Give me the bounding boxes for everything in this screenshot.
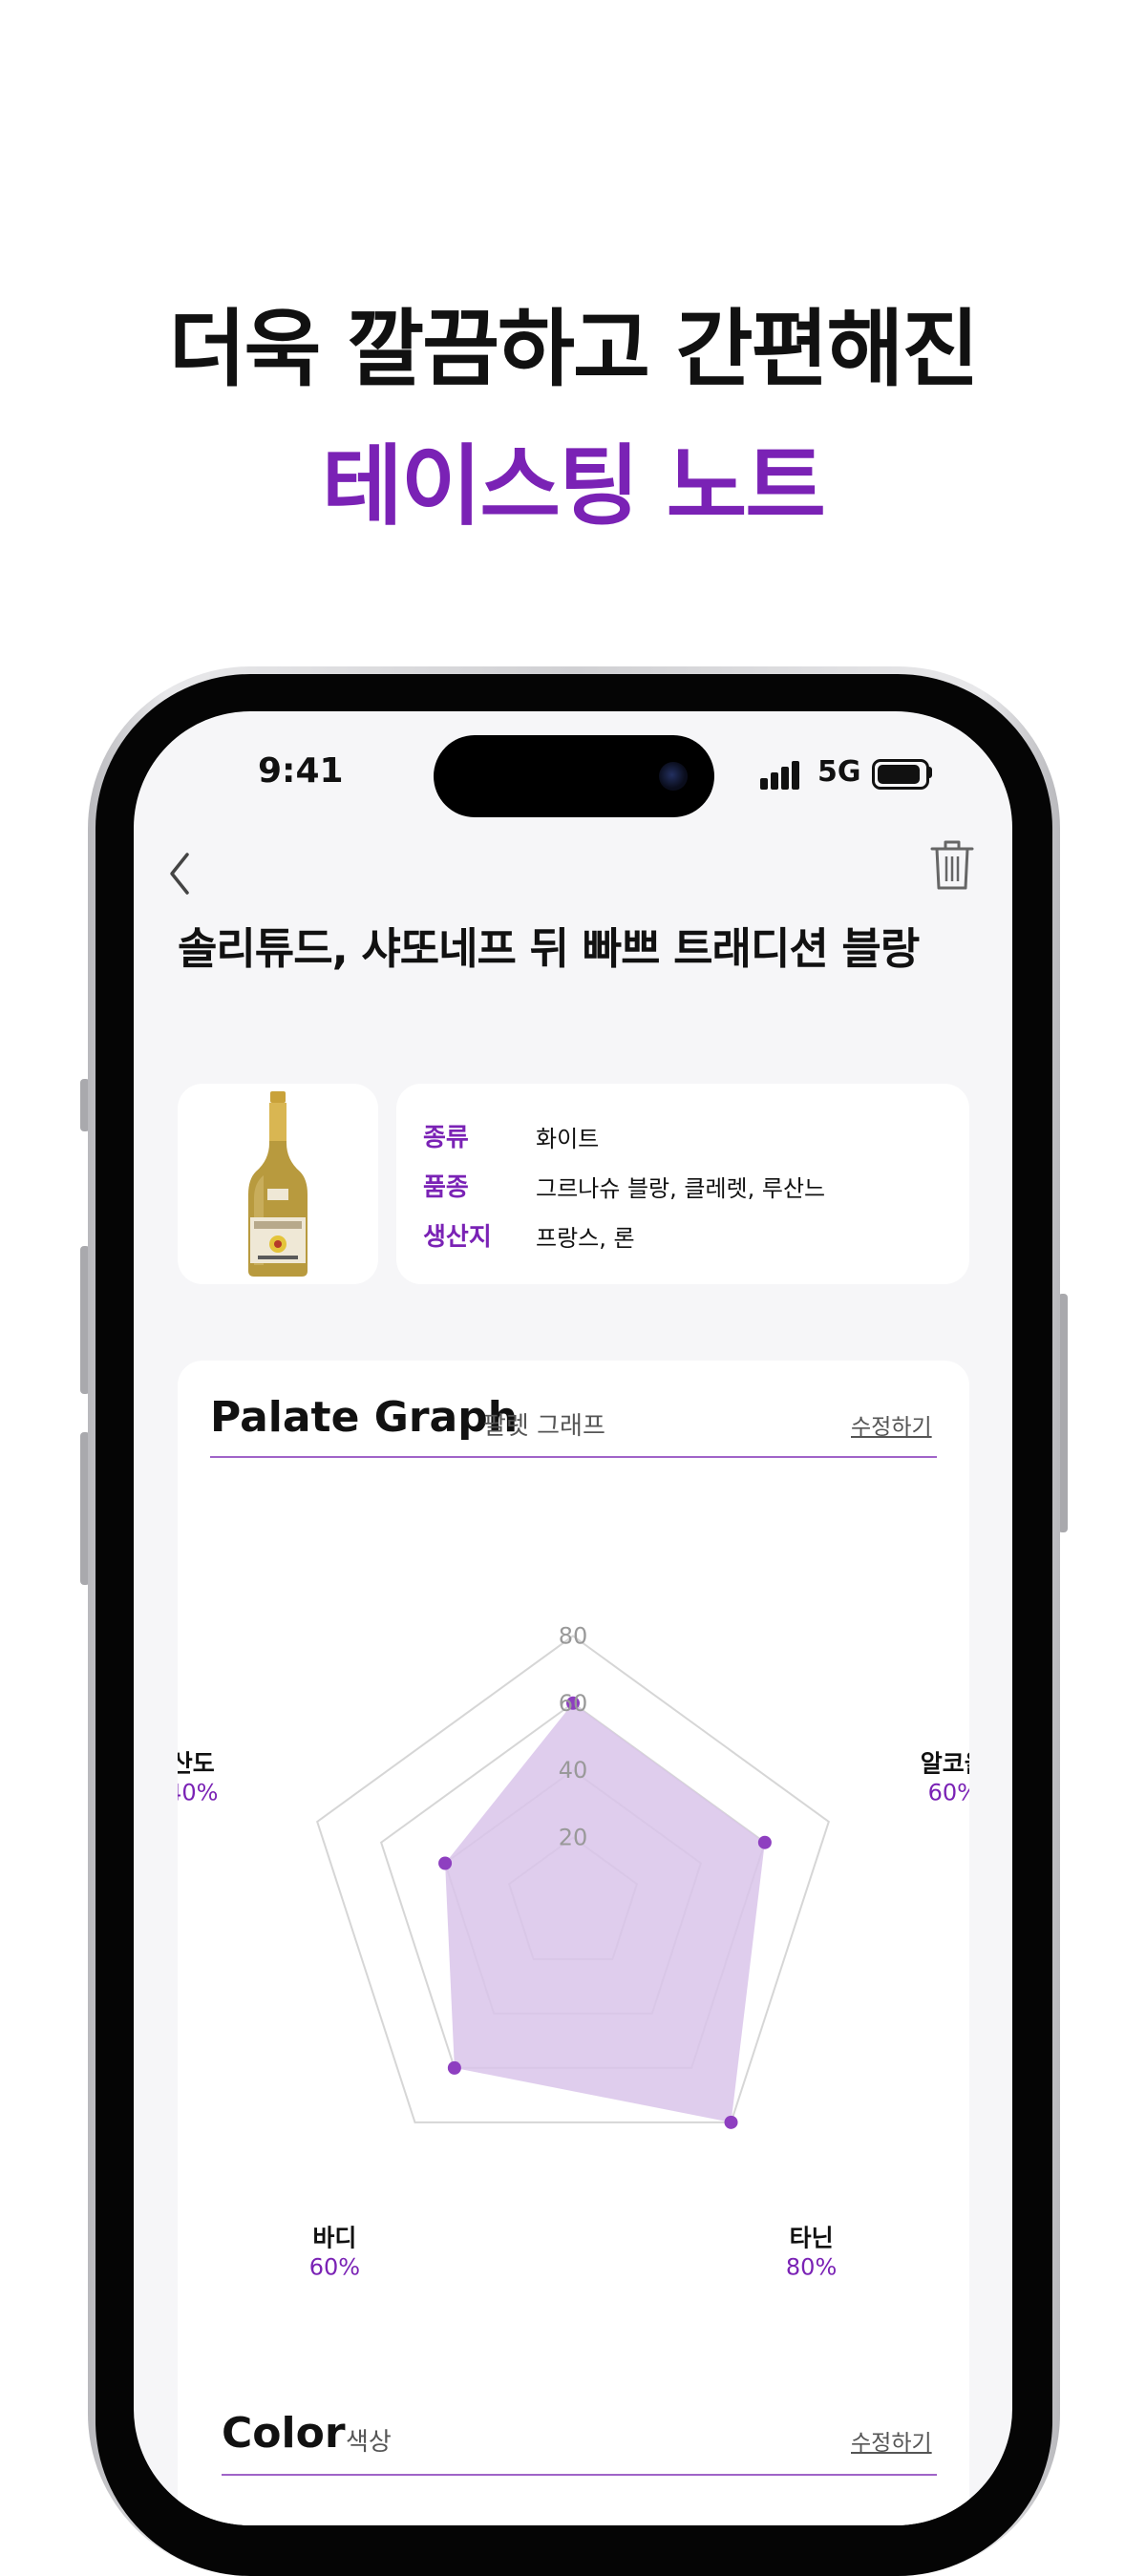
wine-bottle-image — [248, 1091, 308, 1277]
radar-axis-label: 타닌 — [790, 2224, 834, 2251]
wine-title: 솔리튜드, 샤또네프 뒤 빠쁘 트래디션 블랑 — [178, 923, 920, 974]
palate-edit-link[interactable]: 수정하기 — [851, 1408, 932, 1441]
info-value: 화이트 — [536, 1126, 600, 1152]
delete-button[interactable] — [928, 835, 976, 893]
radar-ring-label: 20 — [559, 1825, 588, 1851]
radar-ring-label: 60 — [559, 1690, 588, 1717]
info-label: 종류 — [423, 1124, 469, 1152]
info-value: 그르나슈 블랑, 클레렛, 루산느 — [536, 1175, 826, 1202]
palate-subtitle: 팔렛 그래프 — [483, 1412, 605, 1441]
battery-tip — [928, 767, 932, 778]
camera-icon — [659, 762, 688, 791]
app-screen: 9:41 5G 솔리튜드, 샤또네프 뒤 빠쁘 트래디션 블랑 종류 화이트 품… — [134, 711, 1012, 2525]
palate-radar-chart: 20406080 당도60%알코올60%타닌80%바디60%산도40% — [178, 1532, 969, 2280]
radar-axis-label: 알코올 — [921, 1749, 969, 1777]
wine-image-card — [178, 1084, 378, 1284]
radar-ring-label: 80 — [559, 1622, 588, 1649]
radar-point — [757, 1835, 772, 1849]
wine-info-card: 종류 화이트 품종 그르나슈 블랑, 클레렛, 루산느 생산지 프랑스, 론 — [396, 1084, 969, 1284]
color-divider — [222, 2474, 937, 2476]
dynamic-island — [434, 735, 714, 817]
color-subtitle: 색상 — [346, 2428, 392, 2457]
battery-icon — [872, 759, 929, 790]
signal-icon — [760, 761, 802, 790]
palate-divider — [210, 1456, 937, 1458]
info-label: 생산지 — [423, 1223, 492, 1252]
radar-point — [438, 1856, 453, 1870]
radar-area — [445, 1702, 765, 2122]
info-value: 프랑스, 론 — [536, 1225, 635, 1252]
color-edit-link[interactable]: 수정하기 — [851, 2424, 932, 2457]
radar-axis-value: 80% — [786, 2253, 837, 2280]
headline-line-2: 테이스팅 노트 — [322, 435, 826, 538]
headline-line-1: 더욱 깔끔하고 간편해진 — [168, 300, 980, 398]
radar-axis-label: 바디 — [312, 2224, 356, 2251]
radar-axis-value: 60% — [928, 1779, 969, 1805]
radar-axis-value: 60% — [309, 2253, 360, 2280]
radar-ring-label: 40 — [559, 1757, 588, 1784]
radar-axis-label: 산도 — [178, 1749, 215, 1777]
network-label: 5G — [817, 755, 861, 789]
info-label: 품종 — [423, 1173, 469, 1202]
radar-point — [724, 2115, 738, 2129]
palate-graph-card: Palate Graph 팔렛 그래프 수정하기 20406080 당도60%알… — [178, 1361, 969, 2525]
radar-axis-value: 40% — [178, 1779, 218, 1805]
status-time: 9:41 — [258, 751, 344, 791]
chevron-left-icon — [170, 853, 189, 895]
palate-title: Palate Graph — [210, 1393, 519, 1442]
trash-icon — [930, 840, 974, 890]
back-button[interactable] — [162, 845, 201, 902]
radar-axis-value: 60% — [547, 1532, 598, 1535]
radar-point — [447, 2060, 461, 2075]
color-title: Color — [222, 2409, 346, 2458]
